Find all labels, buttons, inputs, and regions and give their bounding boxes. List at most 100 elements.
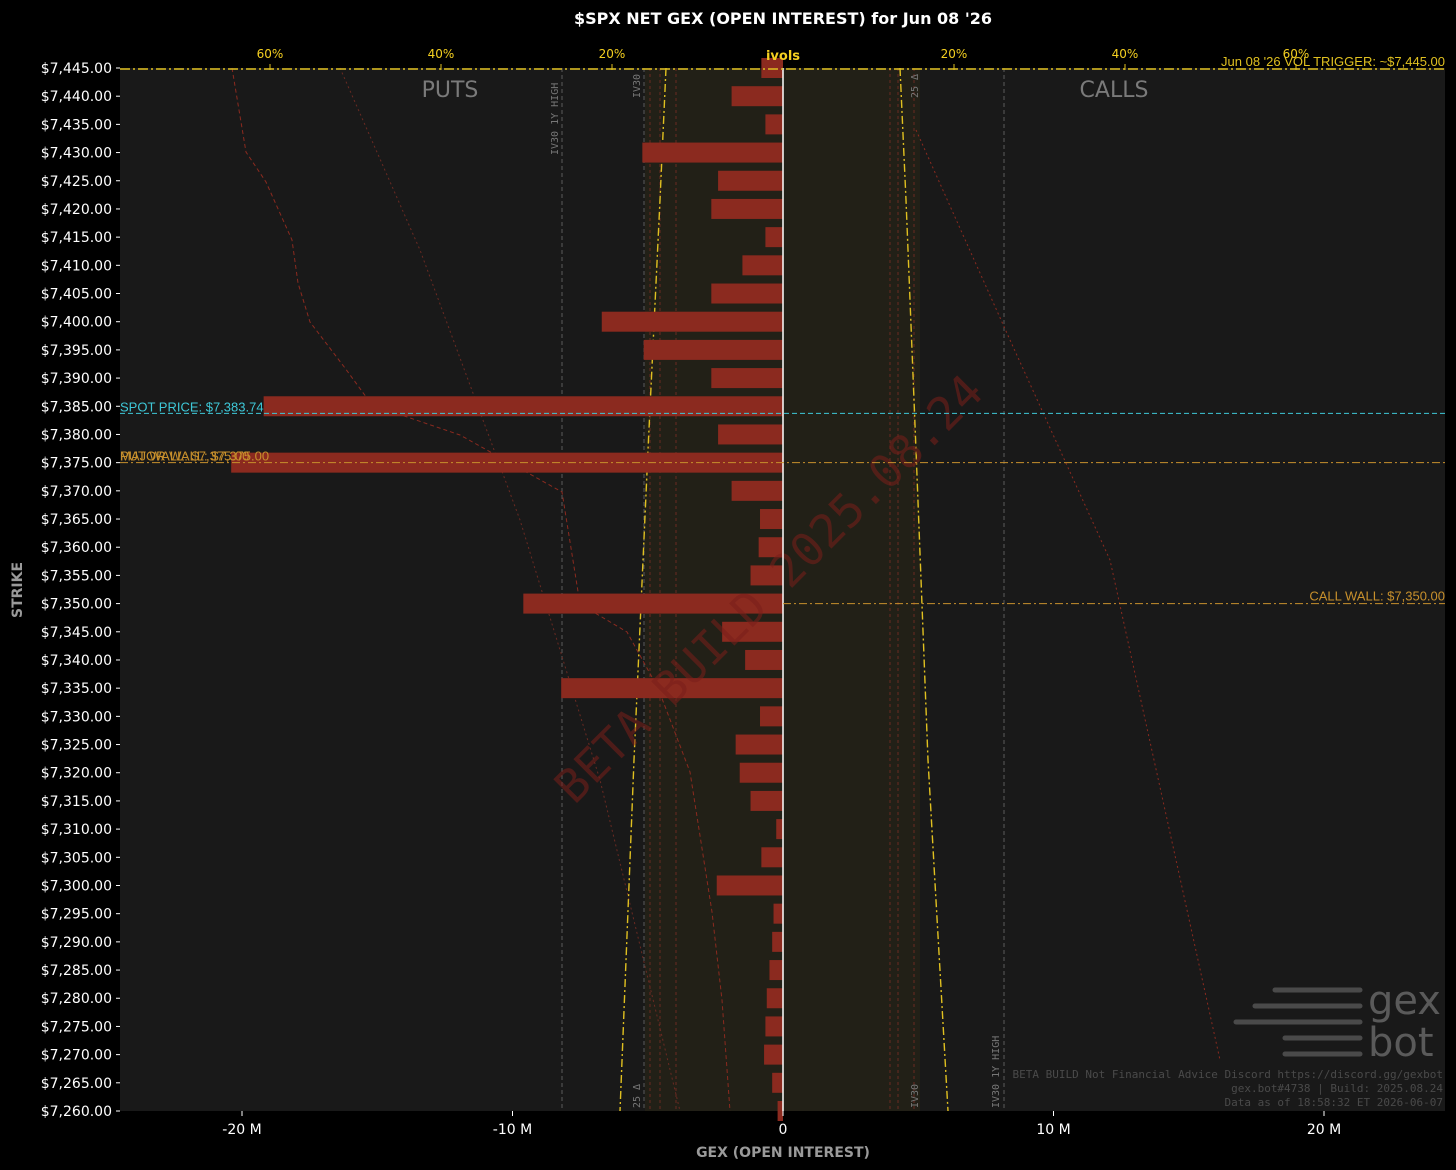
y-tick-label: $7,335.00 <box>41 681 112 697</box>
vol-trigger-label: Jun 08 '26 VOL TRIGGER: ~$7,445.00 <box>1221 54 1445 69</box>
gex-bar <box>765 114 783 135</box>
gex-bar <box>776 819 783 840</box>
gex-bar <box>760 706 783 727</box>
y-tick-label: $7,420.00 <box>41 202 112 218</box>
ivol-tick-left: 20% <box>599 47 626 61</box>
x-tick-label: 0 <box>779 1122 788 1138</box>
gex-bar <box>718 424 783 445</box>
gex-bar <box>765 1016 783 1037</box>
call-wall-label: CALL WALL: $7,350.00 <box>1309 589 1445 604</box>
gex-bar <box>773 903 783 924</box>
gex-bar <box>643 339 783 360</box>
y-tick-label: $7,415.00 <box>41 230 112 246</box>
ivol-tick-right: 40% <box>1112 47 1139 61</box>
y-tick-label: $7,285.00 <box>41 963 112 979</box>
ivol-tick-left: 40% <box>428 47 455 61</box>
gex-bar <box>742 255 783 276</box>
x-axis-title: GEX (OPEN INTEREST) <box>696 1145 870 1161</box>
y-tick-label: $7,445.00 <box>41 61 112 77</box>
gex-bar <box>735 734 783 755</box>
gex-bar <box>772 1072 783 1093</box>
delta25-left-label: 25 Δ <box>632 1084 643 1108</box>
gex-bar <box>764 1044 783 1065</box>
gex-bar <box>731 480 783 501</box>
gex-bar <box>765 227 783 248</box>
footer-line-2: gex.bot#4738 | Build: 2025.08.24 <box>1231 1082 1443 1095</box>
iv30-left-label: IV30 <box>632 74 643 98</box>
y-tick-label: $7,435.00 <box>41 117 112 133</box>
gex-bar <box>711 368 783 389</box>
gex-bar <box>769 960 783 981</box>
puts-label: PUTS <box>422 78 479 103</box>
y-tick-label: $7,405.00 <box>41 287 112 303</box>
iv30-right-label: IV30 <box>910 1084 921 1108</box>
ivol-tick-right: 20% <box>941 47 968 61</box>
gex-bar <box>772 931 783 952</box>
spot-price-label: SPOT PRICE: $7,383.74 <box>120 399 264 414</box>
y-tick-label: $7,305.00 <box>41 850 112 866</box>
gex-bar <box>745 649 783 670</box>
logo-text-gex: gex <box>1368 978 1441 1024</box>
gex-bar <box>642 142 783 163</box>
y-tick-label: $7,385.00 <box>41 399 112 415</box>
gex-bar <box>718 170 783 191</box>
gex-bar <box>766 988 783 1009</box>
y-tick-label: $7,360.00 <box>41 540 112 556</box>
put-wall-label: PUT WALL: $7,375.00 <box>120 449 249 464</box>
y-tick-label: $7,350.00 <box>41 597 112 613</box>
y-tick-label: $7,325.00 <box>41 738 112 754</box>
y-tick-labels: $7,445.00 $7,440.00 $7,435.00 $7,430.00 $7,4… <box>41 61 120 1120</box>
gex-bar <box>777 1101 783 1121</box>
x-tick-label: -20 M <box>222 1122 261 1138</box>
footer-line-3: Data as of 18:58:32 ET 2026-06-07 <box>1224 1096 1443 1109</box>
iv30-1y-high-left-label: IV30 1Y HIGH <box>550 83 561 155</box>
y-tick-label: $7,395.00 <box>41 343 112 359</box>
gex-bar <box>711 198 783 219</box>
y-tick-label: $7,295.00 <box>41 907 112 923</box>
y-tick-label: $7,440.00 <box>41 89 112 105</box>
gex-bar <box>750 790 783 811</box>
y-tick-label: $7,270.00 <box>41 1048 112 1064</box>
y-tick-label: $7,410.00 <box>41 258 112 274</box>
y-tick-label: $7,370.00 <box>41 484 112 500</box>
gex-bar <box>716 875 783 896</box>
gex-bar <box>760 509 783 530</box>
y-tick-label: $7,320.00 <box>41 766 112 782</box>
y-tick-label: $7,390.00 <box>41 371 112 387</box>
y-tick-label: $7,260.00 <box>41 1104 112 1120</box>
gex-bar <box>731 86 783 107</box>
ivol-tick-left: 60% <box>257 47 284 61</box>
calls-label: CALLS <box>1080 78 1149 103</box>
ivol-tick-right: 60% <box>1283 47 1310 61</box>
y-tick-label: $7,375.00 <box>41 456 112 472</box>
y-tick-label: $7,425.00 <box>41 174 112 190</box>
footer-line-1: BETA BUILD Not Financial Advice Discord … <box>1013 1068 1443 1081</box>
y-tick-label: $7,345.00 <box>41 625 112 641</box>
x-tick-label: 20 M <box>1307 1122 1341 1138</box>
gex-bar <box>739 762 783 783</box>
gex-bar <box>711 283 783 304</box>
y-tick-label: $7,300.00 <box>41 878 112 894</box>
delta25-right-label: 25 Δ <box>910 74 921 98</box>
x-tick-label: 10 M <box>1036 1122 1070 1138</box>
iv30-1y-high-right-label: IV30 1Y HIGH <box>991 1036 1002 1108</box>
y-axis-title: STRIKE <box>10 562 26 618</box>
gex-chart: IV30 1Y HIGH IV30 25 Δ 25 Δ IV30 IV30 1Y HIGH… <box>10 9 1445 1161</box>
chart-title: $SPX NET GEX (OPEN INTEREST) for Jun 08 … <box>574 9 992 28</box>
y-tick-label: $7,265.00 <box>41 1076 112 1092</box>
gex-bar <box>601 311 783 332</box>
y-tick-label: $7,355.00 <box>41 568 112 584</box>
y-tick-label: $7,330.00 <box>41 709 112 725</box>
y-tick-label: $7,365.00 <box>41 512 112 528</box>
y-tick-label: $7,310.00 <box>41 822 112 838</box>
y-tick-label: $7,380.00 <box>41 427 112 443</box>
y-tick-label: $7,315.00 <box>41 794 112 810</box>
y-tick-label: $7,400.00 <box>41 315 112 331</box>
logo-text-bot: bot <box>1368 1020 1434 1066</box>
y-tick-label: $7,275.00 <box>41 1019 112 1035</box>
x-tick-label: -10 M <box>493 1122 532 1138</box>
y-tick-label: $7,280.00 <box>41 991 112 1007</box>
y-tick-label: $7,430.00 <box>41 146 112 162</box>
ivols-axis-label: ivols <box>766 49 800 64</box>
y-tick-label: $7,340.00 <box>41 653 112 669</box>
